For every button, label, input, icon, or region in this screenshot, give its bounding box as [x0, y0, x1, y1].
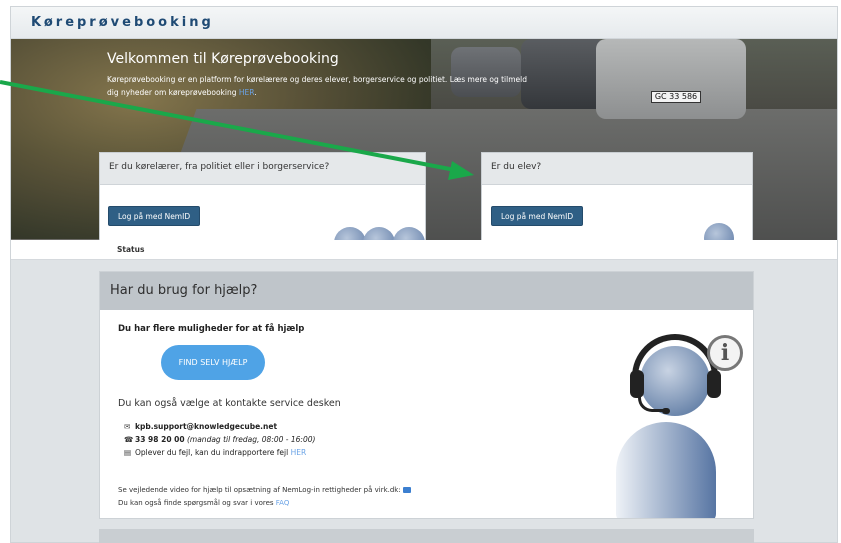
arrow-line	[0, 80, 461, 173]
arrow-head	[448, 161, 474, 180]
page: Køreprøvebooking GC 33 586 Velkommen til…	[0, 0, 841, 543]
annotation-arrow	[0, 80, 474, 180]
